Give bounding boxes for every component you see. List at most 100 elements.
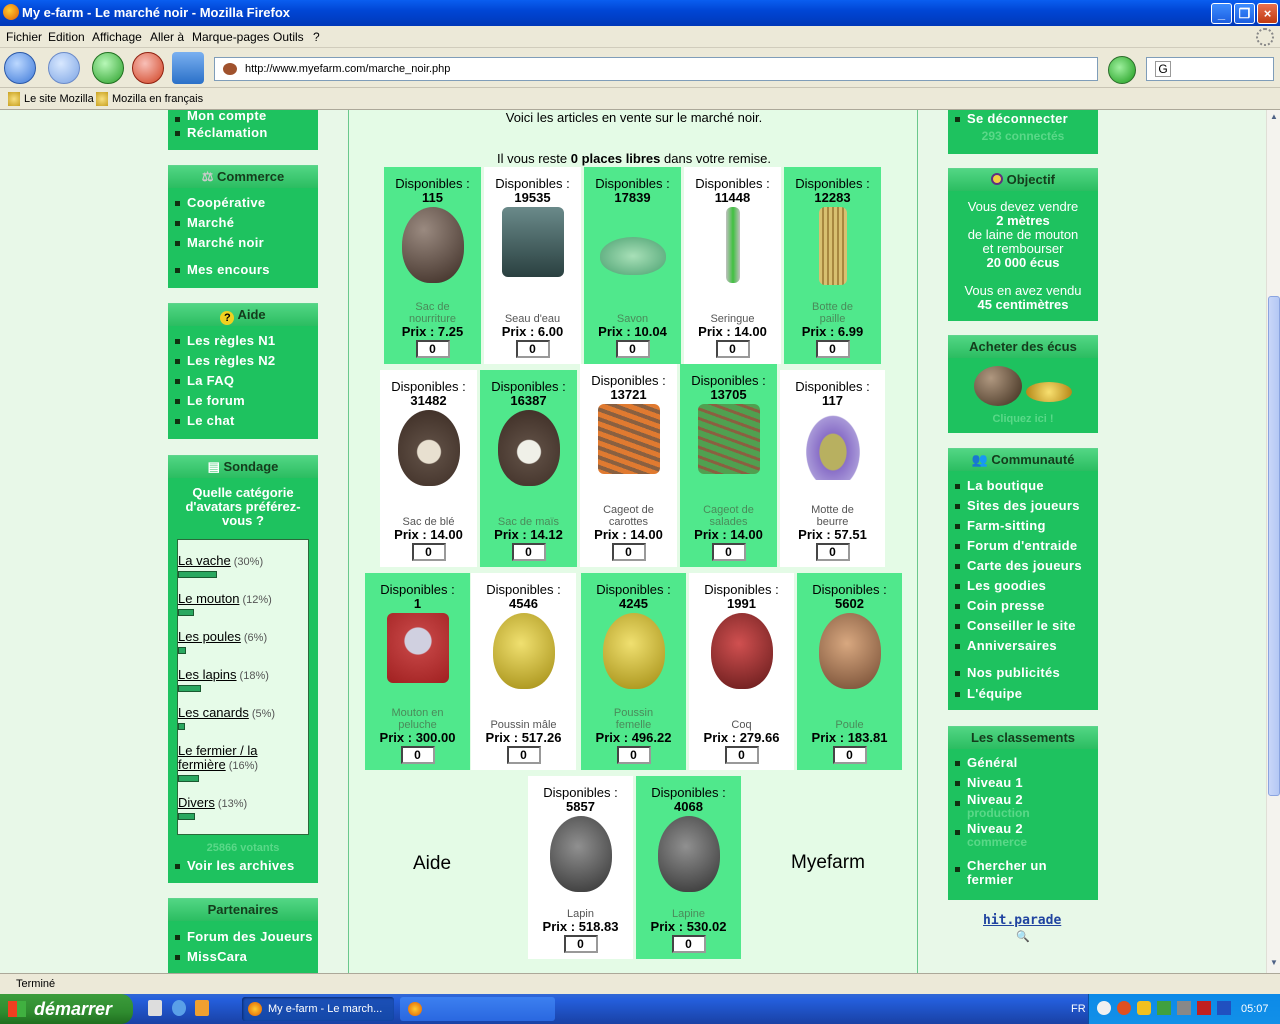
link-equipe[interactable]: L'équipe [948,684,1098,704]
tray-icon[interactable] [1177,1001,1191,1015]
poll-option[interactable]: Les lapins (18%) [178,668,308,692]
quantity-input[interactable]: 0 [671,935,706,953]
link-chercher-fermier[interactable]: Chercher un fermier [948,859,1078,887]
link-forum-joueurs[interactable]: Forum des Joueurs [168,927,318,947]
maximize-button[interactable]: ❐ [1234,3,1255,24]
go-button[interactable] [1108,56,1136,84]
link-goodies[interactable]: Les goodies [948,576,1098,596]
tray-icon[interactable] [1117,1001,1131,1015]
quicklaunch-icon[interactable] [148,1000,162,1016]
ecus-cta[interactable]: Cliquez ici ! [948,413,1098,425]
menu-fichier[interactable]: Fichier [6,30,42,44]
link-carte-joueurs[interactable]: Carte des joueurs [948,556,1098,576]
quantity-input[interactable]: 0 [415,340,450,358]
link-faq[interactable]: La FAQ [168,371,318,391]
link-coin-presse[interactable]: Coin presse [948,596,1098,616]
minimize-button[interactable]: _ [1211,3,1232,24]
quantity-input[interactable]: 0 [715,340,750,358]
link-forum-entraide[interactable]: Forum d'entraide [948,536,1098,556]
link-logout[interactable]: Se déconnecter [948,110,1098,129]
menu-outils[interactable]: Outils [273,30,304,44]
link-niveau-2-commerce[interactable]: Niveau 2 [948,822,1098,836]
link-farm-sitting[interactable]: Farm-sitting [948,516,1098,536]
link-mes-encours[interactable]: Mes encours [168,260,318,280]
link-niveau-1[interactable]: Niveau 1 [948,773,1098,793]
link-publicites[interactable]: Nos publicités [948,663,1098,683]
poll-option-label[interactable]: Les lapins [178,667,237,682]
link-chat[interactable]: Le chat [168,411,318,431]
close-button[interactable]: × [1257,3,1278,24]
bookmark-mozilla[interactable]: Le site Mozilla [24,93,94,105]
quantity-input[interactable]: 0 [515,340,550,358]
poll-option[interactable]: Les poules (6%) [178,630,308,654]
search-bar[interactable]: G [1146,57,1274,81]
link-marche[interactable]: Marché [168,213,318,233]
menu-aller[interactable]: Aller à [150,30,184,44]
link-cooperative[interactable]: Coopérative [168,193,318,213]
link-forum[interactable]: Le forum [168,391,318,411]
poll-option-label[interactable]: Les canards [178,705,249,720]
scroll-down-arrow[interactable]: ▼ [1268,958,1280,970]
scroll-thumb[interactable] [1268,296,1280,796]
quantity-input[interactable]: 0 [724,746,759,764]
poll-option[interactable]: Le mouton (12%) [178,592,308,616]
link-mon-compte[interactable]: Mon compte [168,110,318,123]
poll-option[interactable]: La vache (30%) [178,554,308,578]
quantity-input[interactable]: 0 [511,543,546,561]
forward-icon[interactable] [48,52,80,84]
start-button[interactable]: démarrer [0,994,133,1024]
link-conseiller[interactable]: Conseiller le site [948,616,1098,636]
home-icon[interactable] [172,52,204,84]
menu-help[interactable]: ? [313,30,320,44]
quantity-input[interactable]: 0 [400,746,435,764]
url-bar[interactable]: http://www.myefarm.com/marche_noir.php [214,57,1098,81]
tray-icon[interactable] [1217,1001,1231,1015]
link-niveau-2-production[interactable]: Niveau 2 [948,793,1098,807]
tray-icon[interactable] [1097,1001,1111,1015]
tray-icon[interactable] [1157,1001,1171,1015]
quantity-input[interactable]: 0 [832,746,867,764]
quantity-input[interactable]: 0 [815,340,850,358]
link-aide[interactable]: Aide [413,853,451,875]
poll-option-label[interactable]: Divers [178,795,215,810]
hitparade-logo[interactable]: hit.parade [983,913,1061,928]
menu-affichage[interactable]: Affichage [92,30,142,44]
ie-icon[interactable] [172,1000,186,1016]
back-icon[interactable] [4,52,36,84]
quantity-input[interactable]: 0 [615,340,650,358]
media-icon[interactable] [195,1000,209,1016]
poll-option[interactable]: Les canards (5%) [178,706,308,730]
link-marche-noir[interactable]: Marché noir [168,233,318,253]
menu-marque-pages[interactable]: Marque-pages [192,30,269,44]
poll-option[interactable]: Le fermier / la fermière (16%) [178,744,308,782]
quantity-input[interactable]: 0 [815,543,850,561]
language-indicator[interactable]: FR [1071,1003,1086,1015]
quantity-input[interactable]: 0 [611,543,646,561]
link-anniversaires[interactable]: Anniversaires [948,636,1098,656]
scroll-up-arrow[interactable]: ▲ [1268,112,1280,124]
link-regles-n2[interactable]: Les règles N2 [168,351,318,371]
tray-icon[interactable] [1197,1001,1211,1015]
link-sites-joueurs[interactable]: Sites des joueurs [948,496,1098,516]
tray-icon[interactable] [1137,1001,1151,1015]
link-regles-n1[interactable]: Les règles N1 [168,331,318,351]
poll-option-label[interactable]: Le mouton [178,591,239,606]
link-misscara[interactable]: MissCara [168,947,318,967]
quantity-input[interactable]: 0 [711,543,746,561]
quantity-input[interactable]: 0 [616,746,651,764]
task-firefox[interactable]: My e-farm - Le march... [242,997,394,1021]
link-boutique[interactable]: La boutique [948,476,1098,496]
link-archives[interactable]: Voir les archives [168,856,318,876]
quantity-input[interactable]: 0 [411,543,446,561]
menu-edition[interactable]: Edition [48,30,85,44]
poll-option-label[interactable]: Les poules [178,629,241,644]
link-general[interactable]: Général [948,753,1098,773]
poll-option[interactable]: Divers (13%) [178,796,308,820]
ecus-box[interactable]: Acheter des écus Cliquez ici ! [948,335,1098,433]
bookmark-mozilla-fr[interactable]: Mozilla en français [112,93,203,105]
vertical-scrollbar[interactable]: ▲ ▼ [1266,110,1280,973]
stop-icon[interactable] [132,52,164,84]
link-reclamation[interactable]: Réclamation [168,123,318,143]
brand-link[interactable]: Myefarm [791,852,865,874]
poll-option-label[interactable]: La vache [178,553,231,568]
